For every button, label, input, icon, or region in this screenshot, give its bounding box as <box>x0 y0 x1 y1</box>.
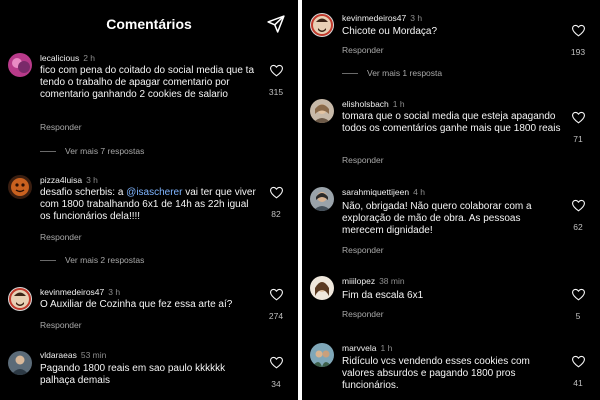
comment-username[interactable]: kevinmedeiros47 <box>342 13 406 23</box>
reply-button[interactable]: Responder <box>342 309 384 319</box>
comment-text: Fim da escala 6x1 <box>342 290 424 301</box>
comment-item: lecalicious 2 h fico com pena do coitado … <box>0 50 298 160</box>
heart-outline-icon <box>571 287 586 302</box>
comment-username[interactable]: pizza4luisa <box>40 175 82 185</box>
avatar[interactable] <box>310 276 334 300</box>
comment-item: vldaraeas 53 min Pagando 1800 reais em sa… <box>0 349 298 400</box>
reply-button[interactable]: Responder <box>342 45 384 55</box>
like-count: 274 <box>268 311 284 321</box>
comment-text: Não, obrigada! Não quero colaborar com a… <box>342 201 532 236</box>
comment-timestamp: 3 h <box>410 13 423 23</box>
left-comments-panel: Comentários lecalicious 2 h fico com pena… <box>0 0 298 400</box>
page-title: Comentários <box>106 16 192 32</box>
like-button[interactable]: 41 <box>565 354 591 388</box>
comment-text: Ridículo vcs vendendo esses cookies com … <box>342 356 530 391</box>
comment-timestamp: 3 h <box>86 175 98 185</box>
comments-header: Comentários <box>0 0 298 48</box>
like-count: 5 <box>575 311 581 321</box>
like-count: 193 <box>570 47 586 57</box>
comment-item: sarahmiquettijeen 4 h Não, obrigada! Não … <box>302 186 600 258</box>
comment-text: O Auxiliar de Cozinha que fez essa arte … <box>40 299 233 310</box>
comment-text: desafio scherbis: a @isascherer vai ter … <box>40 187 256 222</box>
avatar[interactable] <box>8 175 32 199</box>
comment-username[interactable]: lecalicious <box>40 53 79 63</box>
avatar[interactable] <box>8 351 32 375</box>
comment-item: marvvela 1 h Ridículo vcs vendendo esses … <box>302 340 600 400</box>
like-count: 62 <box>573 222 583 232</box>
right-comments-panel: kevinmedeiros47 3 h Chicote ou Mordaça? R… <box>302 0 600 400</box>
comment-timestamp: 4 h <box>413 187 425 197</box>
heart-outline-icon <box>269 63 284 78</box>
mention-link[interactable]: @isascherer <box>126 187 182 198</box>
like-button[interactable]: 34 <box>263 355 289 389</box>
comment-text: tomara que o social media que esteja apa… <box>342 111 561 134</box>
comment-item: elisholsbach 1 h tomara que o social medi… <box>302 98 600 170</box>
comment-text: Chicote ou Mordaça? <box>342 26 438 37</box>
avatar[interactable] <box>310 343 334 367</box>
comment-username[interactable]: elisholsbach <box>342 99 389 109</box>
comment-item: kevinmedeiros47 3 h Chicote ou Mordaça? R… <box>302 10 600 85</box>
comment-username[interactable]: marvvela <box>342 343 376 353</box>
comment-item: miiilopez 38 min Fim da escala 6x1 Respon… <box>302 273 600 327</box>
heart-outline-icon <box>269 185 284 200</box>
avatar[interactable] <box>8 53 32 77</box>
heart-outline-icon <box>571 23 586 38</box>
heart-outline-icon <box>571 198 586 213</box>
comment-timestamp: 2 h <box>83 53 96 63</box>
like-button[interactable]: 82 <box>263 185 289 219</box>
avatar[interactable] <box>8 287 32 311</box>
view-replies-button[interactable]: Ver mais 1 resposta <box>342 68 442 78</box>
reply-button[interactable]: Responder <box>342 155 384 165</box>
reply-button[interactable]: Responder <box>40 320 82 330</box>
like-button[interactable]: 315 <box>263 63 289 97</box>
avatar[interactable] <box>310 13 334 37</box>
view-replies-button[interactable]: Ver mais 7 respostas <box>40 146 144 156</box>
heart-outline-icon <box>571 110 586 125</box>
comment-text: Pagando 1800 reais em sao paulo kkkkkk p… <box>40 363 226 386</box>
like-count: 34 <box>271 379 281 389</box>
like-count: 82 <box>271 209 281 219</box>
comment-timestamp: 3 h <box>108 287 121 297</box>
comment-username[interactable]: sarahmiquettijeen <box>342 187 409 197</box>
comment-text: fico com pena do coitado do social media… <box>40 65 255 100</box>
heart-outline-icon <box>269 355 284 370</box>
comment-timestamp: 1 h <box>392 99 405 109</box>
comment-username[interactable]: vldaraeas <box>40 350 77 360</box>
like-button[interactable]: 5 <box>565 287 591 321</box>
comment-username[interactable]: miiilopez <box>342 276 375 286</box>
like-button[interactable]: 71 <box>565 110 591 144</box>
like-count: 41 <box>573 378 583 388</box>
like-count: 71 <box>573 134 583 144</box>
reply-button[interactable]: Responder <box>40 232 82 242</box>
comment-item: pizza4luisa 3 h desafio scherbis: a @isas… <box>0 172 298 272</box>
comment-timestamp: 38 min <box>379 276 405 286</box>
avatar[interactable] <box>310 187 334 211</box>
like-count: 315 <box>268 87 284 97</box>
heart-outline-icon <box>269 287 284 302</box>
like-button[interactable]: 193 <box>565 23 591 57</box>
comment-username[interactable]: kevinmedeiros47 <box>40 287 104 297</box>
send-icon[interactable] <box>266 14 286 34</box>
comment-item: kevinmedeiros47 3 h O Auxiliar de Cozinha… <box>0 284 298 338</box>
reply-button[interactable]: Responder <box>40 122 82 132</box>
reply-button[interactable]: Responder <box>342 245 384 255</box>
avatar[interactable] <box>310 99 334 123</box>
comment-timestamp: 1 h <box>380 343 393 353</box>
like-button[interactable]: 274 <box>263 287 289 321</box>
like-button[interactable]: 62 <box>565 198 591 232</box>
view-replies-button[interactable]: Ver mais 2 respostas <box>40 255 144 265</box>
heart-outline-icon <box>571 354 586 369</box>
comment-timestamp: 53 min <box>80 350 107 360</box>
